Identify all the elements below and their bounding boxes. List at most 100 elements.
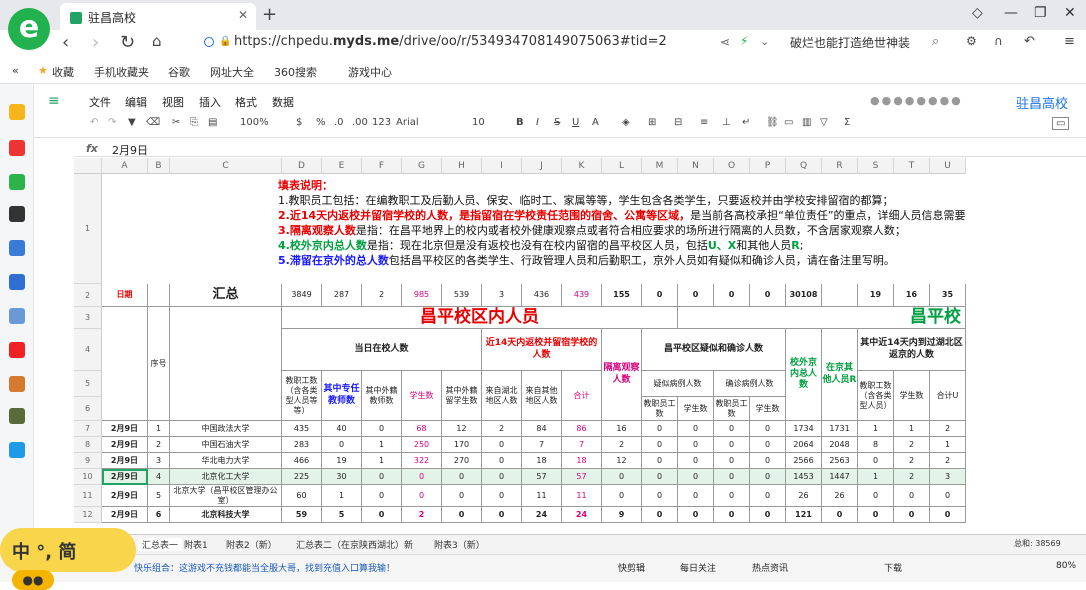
zoom-select[interactable]: 100% (240, 117, 269, 128)
row-value[interactable]: 3 (930, 469, 966, 485)
column-header[interactable]: N (678, 158, 714, 174)
row-seq[interactable]: 3 (148, 453, 170, 469)
row-value[interactable]: 0 (750, 507, 786, 523)
row-school-name[interactable]: 华北电力大学 (170, 453, 282, 469)
hot-search-text[interactable]: 破烂也能打造绝世神装 (790, 34, 910, 51)
status-daily[interactable]: 每日关注 (680, 561, 716, 574)
row-value[interactable]: 0 (930, 485, 966, 507)
row-header[interactable]: 1 (74, 174, 102, 284)
shield-icon[interactable]: ◇ (972, 5, 983, 21)
row-header[interactable]: 10 (74, 469, 102, 485)
summary-value[interactable]: 3 (482, 284, 522, 307)
foreign-students-header[interactable]: 其中外籍留学生数 (442, 371, 482, 421)
row-value[interactable]: 9 (602, 507, 642, 523)
confirm-cases-header[interactable]: 确诊病例人数 (714, 371, 786, 397)
status-ticker[interactable]: 快乐组合：这游戏不充钱都能当全服大哥，找到充值入口算我输！ (134, 561, 395, 574)
row-value[interactable]: 0 (678, 485, 714, 507)
row-header[interactable]: 11 (74, 485, 102, 507)
row-value[interactable]: 0 (362, 507, 402, 523)
news-icon[interactable] (9, 206, 25, 222)
browser-logo-icon[interactable]: e (8, 8, 50, 50)
summary-value[interactable]: 287 (322, 284, 362, 307)
row-value[interactable]: 1 (858, 469, 894, 485)
row-value[interactable]: 1734 (786, 421, 822, 437)
row-value[interactable]: 0 (714, 437, 750, 453)
row-value[interactable]: 0 (442, 469, 482, 485)
instructions-note[interactable]: 填表说明： 1.教职员工包括：在编教职工及后勤人员、保安、临时工、家属等等，学生包… (278, 178, 1086, 268)
row-value[interactable]: 0 (482, 469, 522, 485)
row-value[interactable]: 0 (362, 485, 402, 507)
row-value[interactable]: 0 (714, 421, 750, 437)
lightning-icon[interactable]: ⚡ (740, 34, 748, 48)
header-empty-c[interactable] (170, 307, 282, 421)
menu-view[interactable]: 视图 (162, 94, 184, 110)
summary-value[interactable]: 35 (930, 284, 966, 307)
row-value[interactable]: 2 (894, 437, 930, 453)
new-tab-icon[interactable]: + (262, 4, 277, 25)
row-value[interactable]: 1 (362, 453, 402, 469)
row-value[interactable]: 0 (714, 453, 750, 469)
row-value[interactable]: 19 (322, 453, 362, 469)
row-value[interactable]: 1 (930, 437, 966, 453)
column-header[interactable]: L (602, 158, 642, 174)
row-value[interactable]: 0 (894, 507, 930, 523)
decimal-inc-button[interactable]: .00 (352, 117, 368, 128)
status-quick-edit[interactable]: 快剪辑 (618, 561, 645, 574)
summary-value[interactable] (822, 284, 858, 307)
row-value[interactable]: 0 (482, 507, 522, 523)
row-value[interactable]: 7 (522, 437, 562, 453)
row-value[interactable]: 60 (282, 485, 322, 507)
insert-link-icon[interactable]: ⛓ (766, 117, 779, 128)
hamburger-icon[interactable]: ≡ (48, 93, 60, 109)
row-value[interactable]: 0 (482, 485, 522, 507)
row-value[interactable]: 84 (522, 421, 562, 437)
word-icon[interactable] (9, 240, 25, 256)
row-value[interactable]: 59 (282, 507, 322, 523)
confirm-staff-header[interactable]: 教职员工数 (714, 397, 750, 421)
row-value[interactable]: 322 (402, 453, 442, 469)
row-value[interactable]: 1 (322, 485, 362, 507)
row-value[interactable]: 26 (822, 485, 858, 507)
row-value[interactable]: 24 (562, 507, 602, 523)
row-header[interactable]: 5 (74, 371, 102, 397)
staff-header[interactable]: 教职工数（含各类型人员等等） (282, 371, 322, 421)
row-value[interactable]: 0 (714, 485, 750, 507)
present-header[interactable]: 当日在校人数 (282, 329, 482, 371)
return-bj-staff-header[interactable]: 教职工数（含各类型人员） (858, 371, 894, 421)
share-icon[interactable]: ⋖ (720, 35, 730, 49)
row-header[interactable]: 6 (74, 397, 102, 421)
row-value[interactable]: 2 (930, 421, 966, 437)
summary-value[interactable]: 19 (858, 284, 894, 307)
column-header[interactable]: F (362, 158, 402, 174)
format-painter-icon[interactable]: ▼ (128, 117, 136, 128)
percent-icon[interactable]: % (316, 117, 326, 128)
underline-button[interactable]: U (572, 117, 579, 128)
column-header[interactable]: D (282, 158, 322, 174)
menu-data[interactable]: 数据 (272, 94, 294, 110)
forward-icon[interactable]: › (92, 32, 99, 53)
row-value[interactable]: 0 (482, 437, 522, 453)
window-close-icon[interactable]: ✕ (1064, 5, 1076, 21)
summary-value[interactable]: 0 (642, 284, 678, 307)
row-seq[interactable]: 2 (148, 437, 170, 453)
row-value[interactable]: 2 (930, 453, 966, 469)
return-bj-total-header[interactable]: 合计U (930, 371, 966, 421)
summary-value[interactable]: 539 (442, 284, 482, 307)
row-header[interactable]: 4 (74, 329, 102, 371)
site-info-icon[interactable] (204, 37, 214, 47)
game-icon[interactable] (9, 308, 25, 324)
summary-value[interactable]: 0 (750, 284, 786, 307)
row-value[interactable]: 466 (282, 453, 322, 469)
row-value[interactable]: 0 (750, 485, 786, 507)
sheet-tab-2[interactable]: 附表1 (184, 538, 208, 551)
row-value[interactable]: 2 (894, 469, 930, 485)
row-value[interactable]: 2048 (822, 437, 858, 453)
row-header[interactable]: 2 (74, 284, 102, 307)
row-header[interactable]: 7 (74, 421, 102, 437)
column-header[interactable]: Q (786, 158, 822, 174)
bookmark-mobile[interactable]: 手机收藏夹 (94, 64, 149, 80)
row-value[interactable]: 11 (562, 485, 602, 507)
column-header[interactable]: U (930, 158, 966, 174)
row-value[interactable]: 0 (322, 437, 362, 453)
row-value[interactable]: 0 (822, 507, 858, 523)
